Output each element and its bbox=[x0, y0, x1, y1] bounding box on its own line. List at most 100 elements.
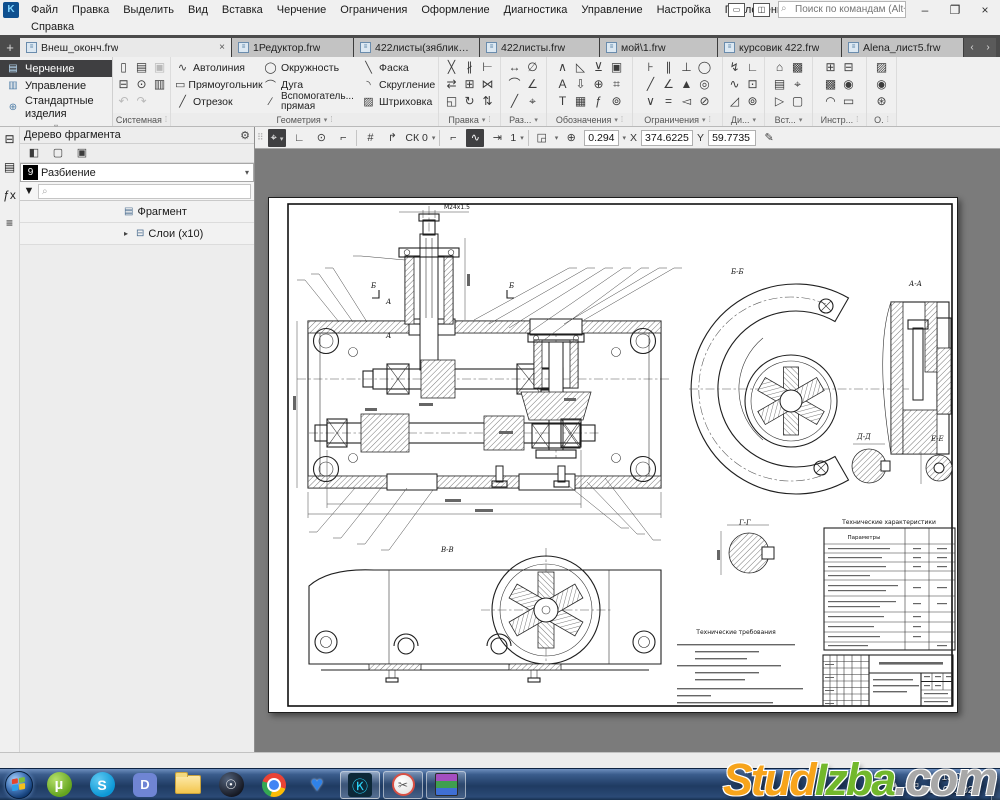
tangent-icon[interactable]: ◯ bbox=[696, 59, 714, 76]
snap-settings-button[interactable]: ⌖ ▾ bbox=[268, 129, 287, 147]
section-dimensions-label[interactable]: Раз...▾ bbox=[501, 113, 546, 126]
style-pencil-icon[interactable]: ✎ bbox=[760, 129, 778, 147]
save-as-icon[interactable]: ▥ bbox=[151, 76, 169, 93]
extend-icon[interactable]: ⊢ bbox=[479, 59, 497, 76]
y-coordinate-field[interactable]: 59.7735 bbox=[708, 130, 756, 146]
mass-properties-icon[interactable]: ◿ bbox=[726, 93, 744, 110]
coordinate-system-dropdown[interactable]: ▾ bbox=[432, 134, 436, 142]
taskbar-skype[interactable]: S bbox=[82, 771, 122, 799]
copy-icon[interactable]: ⊞ bbox=[461, 76, 479, 93]
tree-item-layers[interactable]: ▸ ⊟ Слои (x10) bbox=[20, 223, 254, 245]
measure-distance-icon[interactable]: ↯ bbox=[726, 59, 744, 76]
taskbar-winrar[interactable] bbox=[426, 771, 466, 799]
menu-file[interactable]: Файл bbox=[24, 2, 65, 18]
drawing-canvas[interactable]: М24х1.5 bbox=[255, 149, 1000, 752]
menu-management[interactable]: Управление bbox=[574, 2, 649, 18]
tab-close-icon[interactable]: × bbox=[219, 42, 225, 53]
autotext-icon[interactable]: A bbox=[554, 76, 572, 93]
perpendicular-icon[interactable]: ⊥ bbox=[678, 59, 696, 76]
tab-reduktor[interactable]: ≡ 1Редуктор.frw bbox=[232, 38, 354, 57]
section-line-icon[interactable]: ⊻ bbox=[590, 59, 608, 76]
hatch-region-icon[interactable]: ▩ bbox=[822, 76, 840, 93]
section-constraints-label[interactable]: Ограничения▾⁞ bbox=[633, 113, 722, 126]
format-icon[interactable]: ⊛ bbox=[873, 93, 891, 110]
equidistant-icon[interactable]: ⊟ bbox=[840, 59, 858, 76]
measure-angle-icon[interactable]: ∟ bbox=[744, 59, 762, 76]
insert-link-icon[interactable]: ▷ bbox=[771, 93, 789, 110]
tool-chamfer[interactable]: ╲Фаска bbox=[357, 59, 437, 76]
start-button[interactable] bbox=[2, 770, 36, 800]
toolset-management[interactable]: ▥ Управление bbox=[0, 77, 112, 94]
section-insert-label[interactable]: Вст...▾ bbox=[765, 113, 812, 126]
taskbar-health[interactable]: ♥ bbox=[297, 771, 337, 799]
hyperlink-icon[interactable]: ƒ bbox=[590, 93, 608, 110]
gear-icon[interactable]: ⚙ bbox=[240, 129, 250, 142]
step-dropdown[interactable]: ▾ bbox=[520, 134, 524, 142]
app-icon[interactable]: K bbox=[3, 2, 19, 18]
tab-vnesh-okonch[interactable]: ≡ Внеш_оконч.frw × bbox=[20, 38, 232, 57]
section-geometry-label[interactable]: Геометрия▾⁞ bbox=[171, 113, 438, 126]
step-value[interactable]: 1 bbox=[510, 132, 516, 144]
screen-mode-icon[interactable]: ◫ bbox=[753, 3, 770, 17]
datum-icon[interactable]: ◺ bbox=[572, 59, 590, 76]
display-objects-icon[interactable]: ▢ bbox=[50, 145, 66, 161]
table-label-icon[interactable]: ⌗ bbox=[608, 76, 626, 93]
angular-dimension-icon[interactable]: ∠ bbox=[524, 76, 542, 93]
move-icon[interactable]: ⇄ bbox=[443, 76, 461, 93]
axis-mark-icon[interactable]: ⊚ bbox=[608, 93, 626, 110]
fix-point-icon[interactable]: ⊦ bbox=[642, 59, 660, 76]
center-mark-icon[interactable]: ⊕ bbox=[590, 76, 608, 93]
redo-icon[interactable]: ↷ bbox=[133, 93, 151, 110]
tab-422-zyablikov[interactable]: ≡ 422листы(зябликов)... bbox=[354, 38, 480, 57]
tab-alena-list5[interactable]: ≡ Alena_лист5.frw bbox=[842, 38, 964, 57]
linear-dimension-icon[interactable]: ↔ bbox=[506, 59, 524, 76]
symmetry-icon[interactable]: ◅ bbox=[678, 93, 696, 110]
taskbar-chrome[interactable] bbox=[254, 771, 294, 799]
zoom-icon[interactable]: ⊕ bbox=[562, 129, 580, 147]
x-coordinate-field[interactable]: 374.6225 bbox=[641, 130, 693, 146]
expand-arrow-icon[interactable]: ▸ bbox=[124, 229, 132, 238]
menu-settings[interactable]: Настройка bbox=[650, 2, 718, 18]
minimize-button[interactable]: – bbox=[914, 2, 936, 18]
menu-help[interactable]: Справка bbox=[24, 19, 81, 35]
save-icon[interactable]: ▣ bbox=[151, 59, 169, 76]
drawing-sheet[interactable]: М24х1.5 bbox=[268, 197, 958, 713]
print-icon[interactable]: ⊟ bbox=[115, 76, 133, 93]
tool-segment[interactable]: ╱Отрезок bbox=[171, 93, 259, 110]
display-preview-icon[interactable]: ▣ bbox=[74, 145, 90, 161]
split-icon[interactable]: ∦ bbox=[461, 59, 479, 76]
layout-toggle-icon[interactable]: ▭ bbox=[728, 3, 745, 17]
contour-icon[interactable]: ⊞ bbox=[822, 59, 840, 76]
rotate-icon[interactable]: ↻ bbox=[461, 93, 479, 110]
tree-icon[interactable]: ⊟ bbox=[1, 131, 19, 149]
tool-circle[interactable]: ◯Окружность bbox=[259, 59, 357, 76]
truncate-icon[interactable]: ╳ bbox=[443, 59, 461, 76]
polyline-mode-icon[interactable]: ∿ bbox=[466, 129, 484, 147]
insert-fragment-icon[interactable]: ⌂ bbox=[771, 59, 789, 76]
insert-base-point-icon[interactable]: ⌖ bbox=[789, 76, 807, 93]
main-menu-icon[interactable]: ≡ bbox=[1, 215, 19, 233]
shift-icon[interactable]: ⇅ bbox=[479, 93, 497, 110]
print-preview-icon[interactable]: ⊙ bbox=[133, 76, 151, 93]
parameters-icon[interactable]: ▤ bbox=[1, 159, 19, 177]
leader-dimension-icon[interactable]: ⌖ bbox=[524, 93, 542, 110]
toolset-standard-parts[interactable]: ⊕ Стандартные изделия bbox=[0, 94, 112, 121]
insert-object-icon[interactable]: ▢ bbox=[789, 93, 807, 110]
tab-422-listy[interactable]: ≡ 422листы.frw bbox=[480, 38, 600, 57]
taskbar-steam[interactable]: ☉ bbox=[211, 771, 251, 799]
zoom-dropdown[interactable]: ▾ bbox=[623, 134, 627, 142]
open-document-icon[interactable]: ▤ bbox=[133, 59, 151, 76]
diameter-dimension-icon[interactable]: ∅ bbox=[524, 59, 542, 76]
spline-edit-icon[interactable]: ◠ bbox=[822, 93, 840, 110]
text-align-icon[interactable]: ⇩ bbox=[572, 76, 590, 93]
menu-insert[interactable]: Вставка bbox=[215, 2, 270, 18]
mirror-icon[interactable]: ⋈ bbox=[479, 76, 497, 93]
close-button[interactable]: × bbox=[974, 2, 996, 18]
tool-auxiliary-line[interactable]: ∕Вспомогатель... прямая bbox=[259, 93, 357, 110]
text-icon[interactable]: T bbox=[554, 93, 572, 110]
zoom-value[interactable]: 0.294 bbox=[584, 130, 618, 146]
parallel-icon[interactable]: ∥ bbox=[660, 59, 678, 76]
menu-edit[interactable]: Правка bbox=[65, 2, 116, 18]
roundness-icon[interactable]: ◉ bbox=[873, 76, 891, 93]
equal-icon[interactable]: = bbox=[660, 93, 678, 110]
